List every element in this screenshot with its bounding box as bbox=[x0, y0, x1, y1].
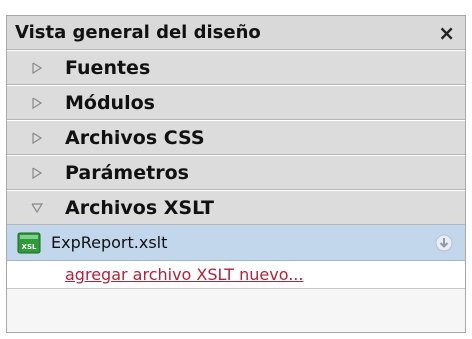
section-parametros[interactable]: Parámetros bbox=[7, 155, 465, 190]
triangle-right-icon bbox=[29, 165, 45, 181]
triangle-right-icon bbox=[29, 60, 45, 76]
section-label: Fuentes bbox=[65, 56, 151, 79]
section-label: Parámetros bbox=[65, 161, 189, 184]
xslt-file-row[interactable]: XSL ExpReport.xslt bbox=[7, 225, 465, 261]
add-xslt-file-link[interactable]: agregar archivo XSLT nuevo... bbox=[65, 265, 303, 284]
section-label: Archivos XSLT bbox=[65, 196, 214, 219]
close-icon[interactable]: × bbox=[438, 23, 455, 43]
section-label: Archivos CSS bbox=[65, 126, 205, 149]
panel-titlebar: Vista general del diseño × bbox=[7, 16, 465, 50]
triangle-right-icon bbox=[29, 130, 45, 146]
xslt-file-name: ExpReport.xslt bbox=[51, 233, 168, 252]
triangle-down-icon bbox=[29, 200, 45, 216]
design-overview-panel: Vista general del diseño × Fuentes Módul… bbox=[6, 15, 466, 333]
section-archivos-xslt[interactable]: Archivos XSLT bbox=[7, 190, 465, 225]
section-fuentes[interactable]: Fuentes bbox=[7, 50, 465, 85]
add-xslt-row: agregar archivo XSLT nuevo... bbox=[7, 261, 465, 289]
section-modulos[interactable]: Módulos bbox=[7, 85, 465, 120]
svg-text:XSL: XSL bbox=[22, 243, 37, 251]
section-archivos-css[interactable]: Archivos CSS bbox=[7, 120, 465, 155]
panel-title: Vista general del diseño bbox=[15, 22, 261, 43]
triangle-right-icon bbox=[29, 95, 45, 111]
section-label: Módulos bbox=[65, 91, 155, 114]
xslt-file-icon: XSL bbox=[17, 232, 41, 253]
download-circle-icon[interactable] bbox=[435, 234, 453, 252]
